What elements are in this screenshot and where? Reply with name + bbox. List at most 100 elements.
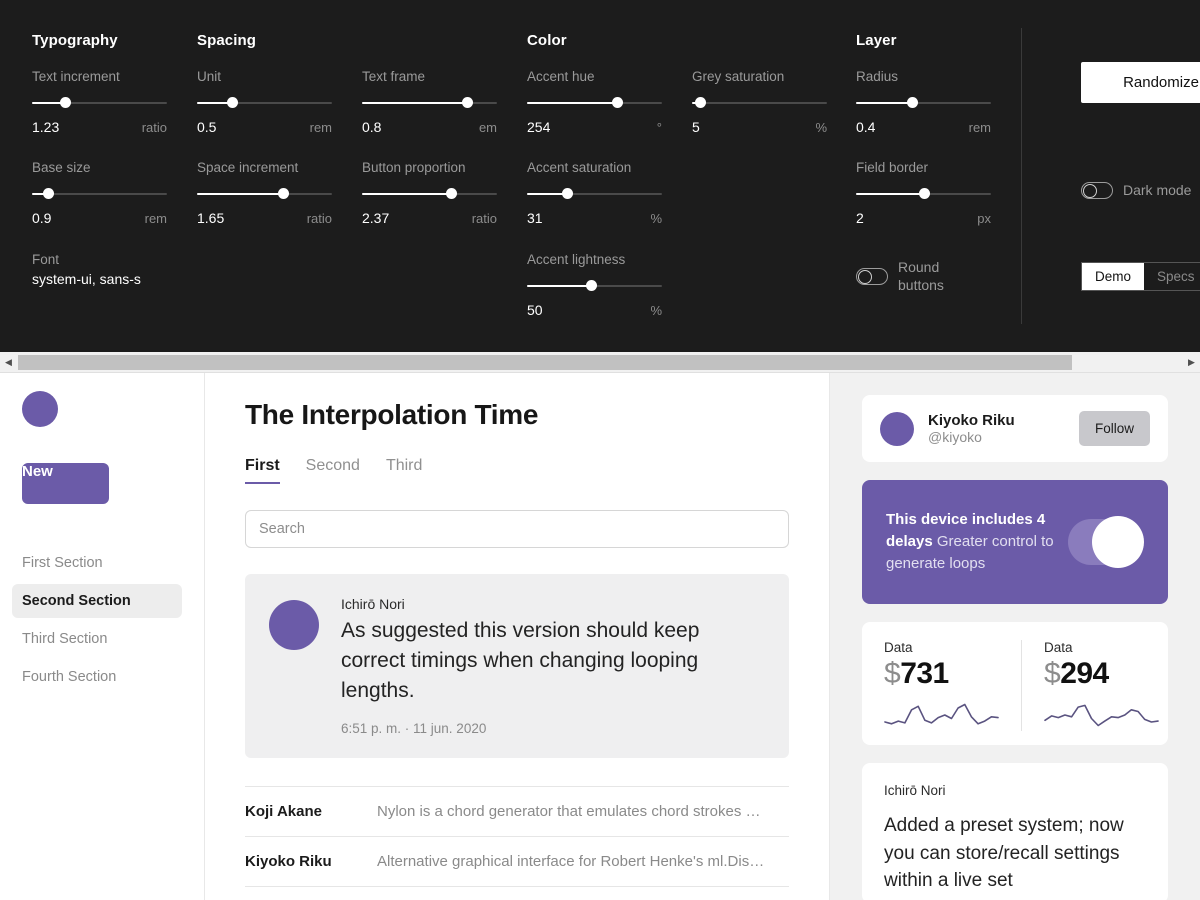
font-value[interactable]: system-ui, sans-s (32, 271, 141, 287)
toggle-label: Dark mode (1123, 182, 1192, 198)
group-title-typography: Typography (32, 32, 118, 49)
slider-button-proportion[interactable] (362, 188, 497, 200)
control-space-increment[interactable]: Space increment 1.65 ratio (197, 160, 332, 226)
control-value: 0.9 (32, 210, 52, 227)
post-card: Ichirō Nori As suggested this version sh… (245, 574, 789, 759)
control-value: 0.4 (856, 119, 876, 136)
toggle-dark-mode[interactable]: Dark mode (1081, 182, 1191, 200)
data-value: 294 (1060, 657, 1109, 690)
avatar[interactable] (22, 391, 58, 427)
slider-knob[interactable] (60, 97, 72, 109)
control-label: Grey saturation (692, 69, 785, 84)
slider-knob[interactable] (461, 97, 473, 109)
randomize-button[interactable]: Randomize (1081, 62, 1200, 103)
slider-knob[interactable] (277, 188, 289, 200)
slider-accent-hue[interactable] (527, 97, 662, 109)
tab-second[interactable]: Second (306, 457, 360, 484)
search-input[interactable] (245, 510, 789, 548)
control-unit: rem (968, 120, 991, 136)
control-field-border[interactable]: Field border 2 px (856, 160, 991, 226)
data-label: Data (1044, 640, 1073, 655)
slider-knob[interactable] (226, 97, 238, 109)
control-label: Accent saturation (527, 160, 632, 175)
segment-specs[interactable]: Specs (1144, 263, 1200, 290)
slider-radius[interactable] (856, 97, 991, 109)
slider-knob[interactable] (907, 97, 919, 109)
data-card-left: Data $731 (862, 640, 1021, 731)
slider-knob[interactable] (445, 188, 457, 200)
avatar[interactable] (269, 600, 319, 650)
scroll-left-arrow-icon[interactable]: ◀ (0, 352, 17, 373)
view-mode-segmented-control[interactable]: Demo Specs (1081, 262, 1200, 291)
toggle-switch-icon[interactable] (856, 268, 888, 285)
demo-sidebar: New First Section Second Section Third S… (0, 373, 205, 900)
control-accent-lightness[interactable]: Accent lightness 50 % (527, 252, 662, 318)
slider-knob[interactable] (562, 188, 573, 200)
sparkline-chart-left (884, 703, 999, 725)
note-author: Ichirō Nori (884, 783, 946, 798)
post-author: Ichirō Nori (341, 596, 405, 612)
control-label: Button proportion (362, 160, 466, 175)
slider-knob[interactable] (42, 188, 54, 200)
slider-grey-saturation[interactable] (692, 97, 827, 109)
control-base-size[interactable]: Base size 0.9 rem (32, 160, 167, 226)
toggle-knob[interactable] (1092, 516, 1144, 568)
control-accent-saturation[interactable]: Accent saturation 31 % (527, 160, 662, 226)
control-unit: ratio (141, 120, 167, 136)
control-label: Base size (32, 160, 91, 175)
slider-accent-lightness[interactable] (527, 280, 662, 292)
control-unit: px (977, 211, 991, 227)
profile-card: Kiyoko Riku @kiyoko Follow (862, 395, 1168, 462)
control-unit: ratio (471, 211, 497, 227)
control-radius[interactable]: Radius 0.4 rem (856, 69, 991, 135)
slider-space-increment[interactable] (197, 188, 332, 200)
slider-field-border[interactable] (856, 188, 991, 200)
toggle-round-buttons[interactable]: Round buttons (856, 259, 986, 294)
slider-knob[interactable] (586, 280, 598, 292)
group-title-spacing: Spacing (197, 32, 257, 49)
sidebar-item-first[interactable]: First Section (12, 546, 182, 580)
control-label: Unit (197, 69, 222, 84)
slider-fill (197, 193, 284, 196)
control-unit: % (815, 120, 827, 136)
avatar[interactable] (880, 411, 914, 446)
segment-demo[interactable]: Demo (1082, 263, 1145, 290)
sidebar-item-second[interactable]: Second Section (12, 584, 182, 618)
sidebar-item-fourth[interactable]: Fourth Section (12, 660, 182, 694)
control-unit: rem (309, 120, 332, 136)
list-item[interactable]: Kiyoko Riku Alternative graphical interf… (245, 837, 789, 888)
slider-text-frame[interactable] (362, 97, 497, 109)
control-text-frame[interactable]: Text frame 0.8 em (362, 69, 497, 135)
sparkline-chart-right (1044, 704, 1159, 727)
slider-unit[interactable] (197, 97, 332, 109)
tab-third[interactable]: Third (386, 457, 422, 484)
slider-accent-saturation[interactable] (527, 188, 662, 200)
slider-knob[interactable] (611, 97, 623, 109)
toggle-switch-icon[interactable] (1081, 182, 1113, 200)
slider-knob[interactable] (919, 188, 931, 200)
follow-button[interactable]: Follow (1078, 411, 1150, 446)
slider-fill (527, 285, 592, 288)
promo-toggle-switch[interactable] (1068, 516, 1144, 568)
control-button-proportion[interactable]: Button proportion 2.37 ratio (362, 160, 497, 226)
control-accent-hue[interactable]: Accent hue 254 ° (527, 69, 662, 135)
control-label: Text frame (362, 69, 426, 84)
data-value-wrap: $731 (884, 657, 999, 691)
control-unit[interactable]: Unit 0.5 rem (197, 69, 332, 135)
horizontal-scrollbar[interactable]: ◀ ▶ (0, 352, 1200, 373)
group-title-color: Color (527, 32, 567, 49)
sidebar-item-third[interactable]: Third Section (12, 622, 182, 656)
control-label: Field border (856, 160, 929, 175)
control-grey-saturation[interactable]: Grey saturation 5 % (692, 69, 827, 135)
scroll-right-arrow-icon[interactable]: ▶ (1183, 352, 1200, 373)
tab-first[interactable]: First (245, 457, 280, 484)
control-text-increment[interactable]: Text increment 1.23 ratio (32, 69, 167, 135)
slider-text-increment[interactable] (32, 97, 167, 109)
list-item[interactable]: Koji Akane Nylon is a chord generator th… (245, 787, 789, 838)
sidebar-nav: First Section Second Section Third Secti… (12, 546, 182, 694)
slider-knob[interactable] (694, 97, 706, 109)
new-button[interactable]: New (22, 463, 109, 504)
scrollbar-thumb[interactable] (18, 355, 1072, 370)
control-value: 1.65 (197, 210, 225, 227)
slider-base-size[interactable] (32, 188, 167, 200)
